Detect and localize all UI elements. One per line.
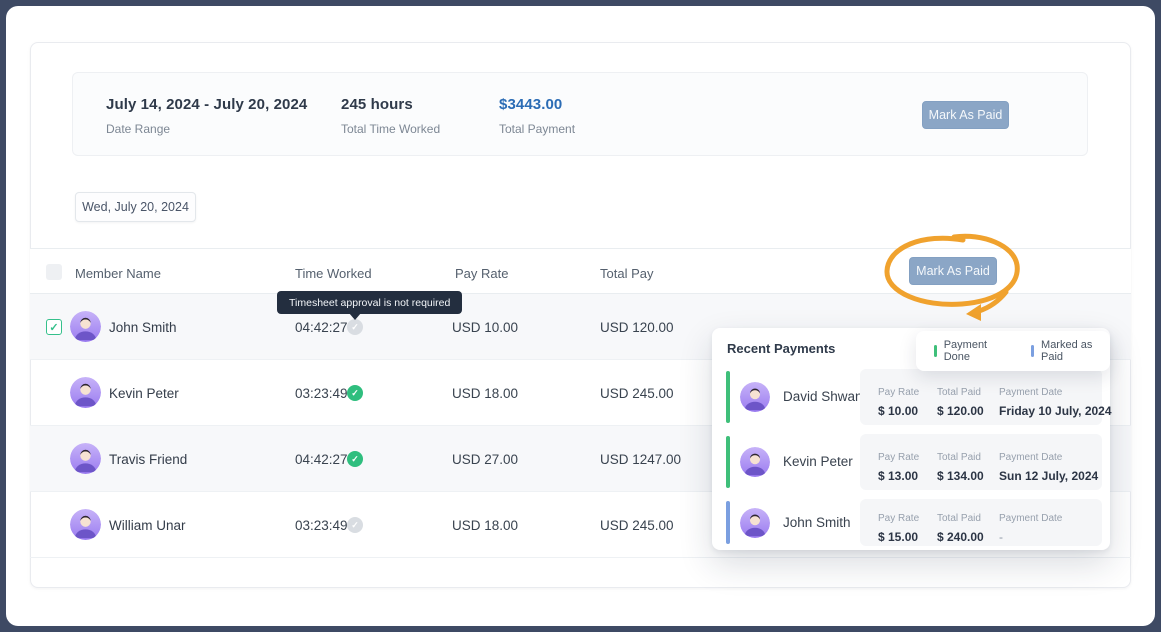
member-name: William Unar [109, 518, 186, 533]
total-pay: USD 1247.00 [600, 452, 681, 467]
member-avatar-icon [70, 377, 101, 408]
mark-as-paid-button-summary[interactable]: Mark As Paid [922, 101, 1009, 129]
approved-check-icon: ✓ [347, 385, 363, 401]
mark-as-paid-button-table[interactable]: Mark As Paid [909, 257, 997, 285]
payment-row: David Shwan Pay Rate $ 10.00 Total Paid $ … [712, 369, 1110, 425]
date-filter-chip[interactable]: Wed, July 20, 2024 [75, 192, 196, 222]
total-paid-value: $ 240.00 [937, 530, 984, 544]
column-time-worked: Time Worked [295, 266, 372, 281]
member-name: Travis Friend [109, 452, 187, 467]
payment-stats: Pay Rate $ 10.00 Total Paid $ 120.00 Payme… [860, 369, 1102, 425]
total-payment-label: Total Payment [499, 122, 575, 136]
marked-as-paid-accent-bar [726, 501, 730, 544]
recent-payments-popup: Recent Payments Payment Done Marked as P… [712, 328, 1110, 550]
date-range-label: Date Range [106, 122, 307, 136]
tooltip-caret [349, 313, 361, 320]
payment-done-accent-bar [726, 371, 730, 423]
payment-row: John Smith Pay Rate $ 15.00 Total Paid $ 2… [712, 499, 1110, 546]
summary-date-range: July 14, 2024 - July 20, 2024 Date Range [106, 96, 307, 136]
column-total-pay: Total Pay [600, 266, 653, 281]
member-avatar-icon [70, 509, 101, 540]
member-name: John Smith [109, 320, 177, 335]
approval-not-required-icon: ✓ [347, 319, 363, 335]
member-avatar-icon [70, 311, 101, 342]
payment-done-bar-icon [934, 345, 937, 357]
total-paid-label: Total Paid [937, 387, 981, 398]
total-paid-value: $ 134.00 [937, 469, 984, 483]
payment-member-name: Kevin Peter [783, 454, 853, 469]
payment-stats: Pay Rate $ 15.00 Total Paid $ 240.00 Payme… [860, 499, 1102, 546]
marked-as-paid-bar-icon [1031, 345, 1034, 357]
time-worked: 03:23:49 [295, 386, 348, 401]
payment-row: Kevin Peter Pay Rate $ 13.00 Total Paid $ … [712, 434, 1110, 490]
legend-label: Marked as Paid [1041, 339, 1110, 363]
summary-total-time: 245 hours Total Time Worked [341, 96, 440, 136]
payment-member-name: David Shwan [783, 389, 863, 404]
pay-rate: USD 18.00 [452, 386, 518, 401]
total-pay: USD 120.00 [600, 320, 674, 335]
column-pay-rate: Pay Rate [455, 266, 508, 281]
date-range-value: July 14, 2024 - July 20, 2024 [106, 96, 307, 113]
payment-member-name: John Smith [783, 515, 851, 530]
pay-rate-value: $ 10.00 [878, 404, 919, 418]
payment-stats: Pay Rate $ 13.00 Total Paid $ 134.00 Payme… [860, 434, 1102, 490]
approved-check-icon: ✓ [347, 451, 363, 467]
payment-date-value: Sun 12 July, 2024 [999, 469, 1098, 483]
legend-label: Payment Done [944, 339, 1010, 363]
payment-date-label: Payment Date [999, 513, 1062, 524]
member-name: Kevin Peter [109, 386, 179, 401]
pay-rate-label: Pay Rate [878, 513, 919, 524]
member-avatar-icon [70, 443, 101, 474]
total-time-label: Total Time Worked [341, 122, 440, 136]
pay-rate-label: Pay Rate [878, 387, 919, 398]
member-avatar-icon [740, 447, 770, 477]
total-payment-value: $3443.00 [499, 96, 575, 113]
member-avatar-icon [740, 382, 770, 412]
legend-marked-as-paid: Marked as Paid [1031, 339, 1110, 363]
recent-payments-title: Recent Payments [727, 341, 835, 356]
time-worked: 03:23:49 [295, 518, 348, 533]
payment-done-accent-bar [726, 436, 730, 488]
summary-total-payment: $3443.00 Total Payment [499, 96, 575, 136]
pay-rate-value: $ 15.00 [878, 530, 919, 544]
pay-rate-label: Pay Rate [878, 452, 919, 463]
pay-rate: USD 10.00 [452, 320, 518, 335]
total-time-value: 245 hours [341, 96, 440, 113]
time-worked: 04:42:27 [295, 320, 348, 335]
time-worked: 04:42:27 [295, 452, 348, 467]
approval-not-required-icon: ✓ [347, 517, 363, 533]
total-pay: USD 245.00 [600, 518, 674, 533]
select-all-checkbox[interactable] [46, 264, 62, 280]
total-paid-label: Total Paid [937, 452, 981, 463]
payment-date-label: Payment Date [999, 387, 1062, 398]
column-member-name: Member Name [75, 266, 161, 281]
pay-rate-value: $ 13.00 [878, 469, 919, 483]
pay-rate: USD 27.00 [452, 452, 518, 467]
total-pay: USD 245.00 [600, 386, 674, 401]
timesheet-approval-tooltip: Timesheet approval is not required [277, 291, 462, 314]
row-checkbox-checked[interactable]: ✓ [46, 319, 62, 335]
payments-legend: Payment Done Marked as Paid [916, 331, 1110, 371]
legend-payment-done: Payment Done [934, 339, 1009, 363]
total-paid-value: $ 120.00 [937, 404, 984, 418]
timesheet-payroll-screen: { "summary": { "date_range_value": "July… [0, 0, 1161, 632]
payment-date-value: - [999, 530, 1062, 544]
pay-rate: USD 18.00 [452, 518, 518, 533]
total-paid-label: Total Paid [937, 513, 981, 524]
payment-date-label: Payment Date [999, 452, 1062, 463]
member-avatar-icon [740, 508, 770, 538]
payment-date-value: Friday 10 July, 2024 [999, 404, 1112, 418]
